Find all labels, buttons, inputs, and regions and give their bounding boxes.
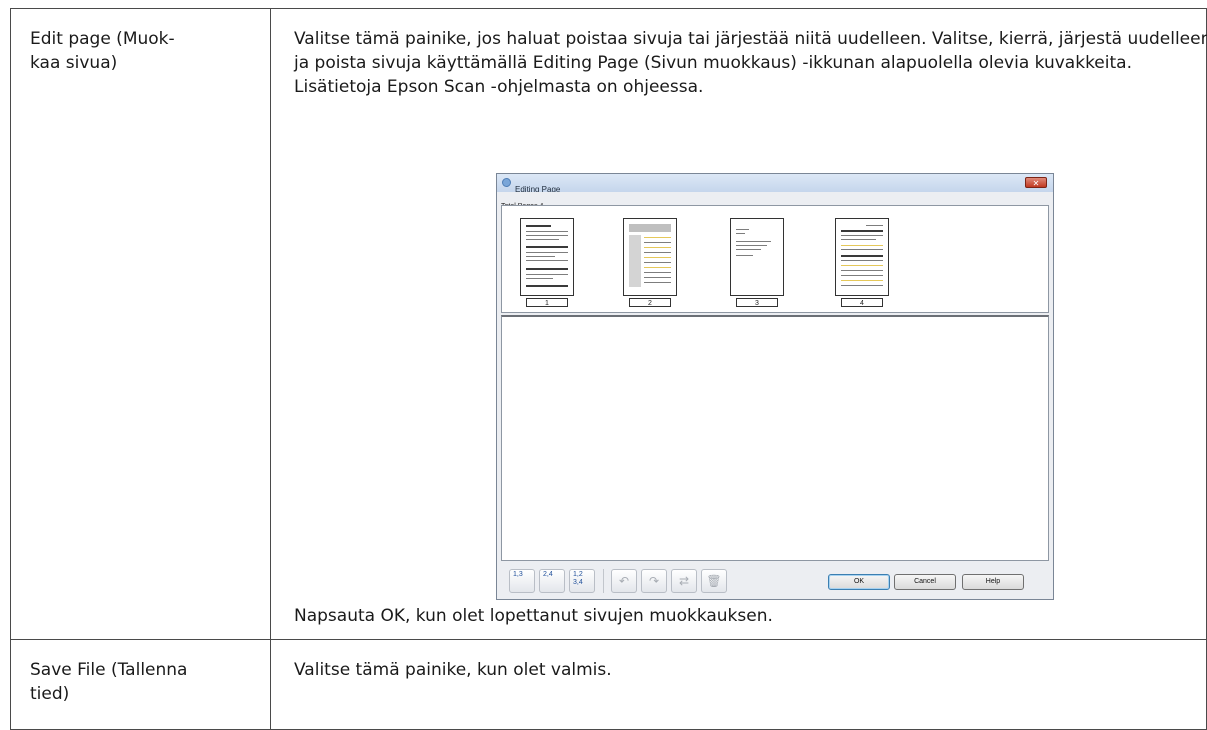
page-thumbnail[interactable]	[730, 218, 784, 296]
table-row: Save File (Tallenna tied) Valitse tämä p…	[10, 639, 1207, 730]
description-paragraph: Valitse tämä painike, jos haluat poistaa…	[294, 29, 1207, 73]
preview-panel	[501, 315, 1049, 561]
page-number: 3	[736, 298, 778, 307]
page-number: 1	[526, 298, 568, 307]
help-button[interactable]: Help	[962, 574, 1024, 590]
select-odd-pages-button[interactable]: 1,3	[509, 569, 535, 593]
rotate-left-icon[interactable]: ↶	[611, 569, 637, 593]
dialog-titlebar: Editing Page ✕	[497, 174, 1053, 194]
term-cell: Save File (Tallenna tied)	[10, 639, 271, 730]
ok-button[interactable]: OK	[828, 574, 890, 590]
dialog-toolbar: 1,3 2,4 1,2 3,4 ↶ ↷ ⇄ 🗑 OK Cancel Help	[501, 565, 1049, 599]
close-button[interactable]: ✕	[1025, 177, 1047, 188]
term-cell: Edit page (Muok- kaa sivua)	[10, 8, 271, 640]
thumbnail-panel: 1 2 3 4	[501, 205, 1049, 313]
description-footer: Napsauta OK, kun olet lopettanut sivujen…	[294, 606, 773, 626]
description-cell: Valitse tämä painike, kun olet valmis.	[270, 639, 1207, 730]
reorder-icon[interactable]: ⇄	[671, 569, 697, 593]
description-paragraph: Valitse tämä painike, kun olet valmis.	[294, 660, 612, 680]
description-cell: Valitse tämä painike, jos haluat poistaa…	[270, 8, 1207, 640]
select-even-pages-button[interactable]: 2,4	[539, 569, 565, 593]
term-edit-page: Edit page (Muok- kaa sivua)	[30, 29, 175, 73]
editing-page-dialog: Editing Page ✕ Total Pages 4	[496, 173, 1054, 600]
page-number: 4	[841, 298, 883, 307]
app-icon	[502, 178, 511, 187]
page-number: 2	[629, 298, 671, 307]
rotate-right-icon[interactable]: ↷	[641, 569, 667, 593]
dialog-body: Total Pages 4	[497, 192, 1053, 599]
page-thumbnail[interactable]	[835, 218, 889, 296]
select-all-pages-button[interactable]: 1,2 3,4	[569, 569, 595, 593]
definition-table: Edit page (Muok- kaa sivua) Valitse tämä…	[10, 8, 1207, 730]
description-paragraph: Lisätietoja Epson Scan -ohjelmasta on oh…	[294, 77, 704, 97]
toolbar-divider	[603, 569, 604, 593]
page-thumbnail[interactable]	[520, 218, 574, 296]
table-row: Edit page (Muok- kaa sivua) Valitse tämä…	[10, 8, 1207, 640]
page-thumbnail[interactable]	[623, 218, 677, 296]
term-save-file: Save File (Tallenna tied)	[30, 660, 188, 704]
delete-icon[interactable]: 🗑	[701, 569, 727, 593]
cancel-button[interactable]: Cancel	[894, 574, 956, 590]
